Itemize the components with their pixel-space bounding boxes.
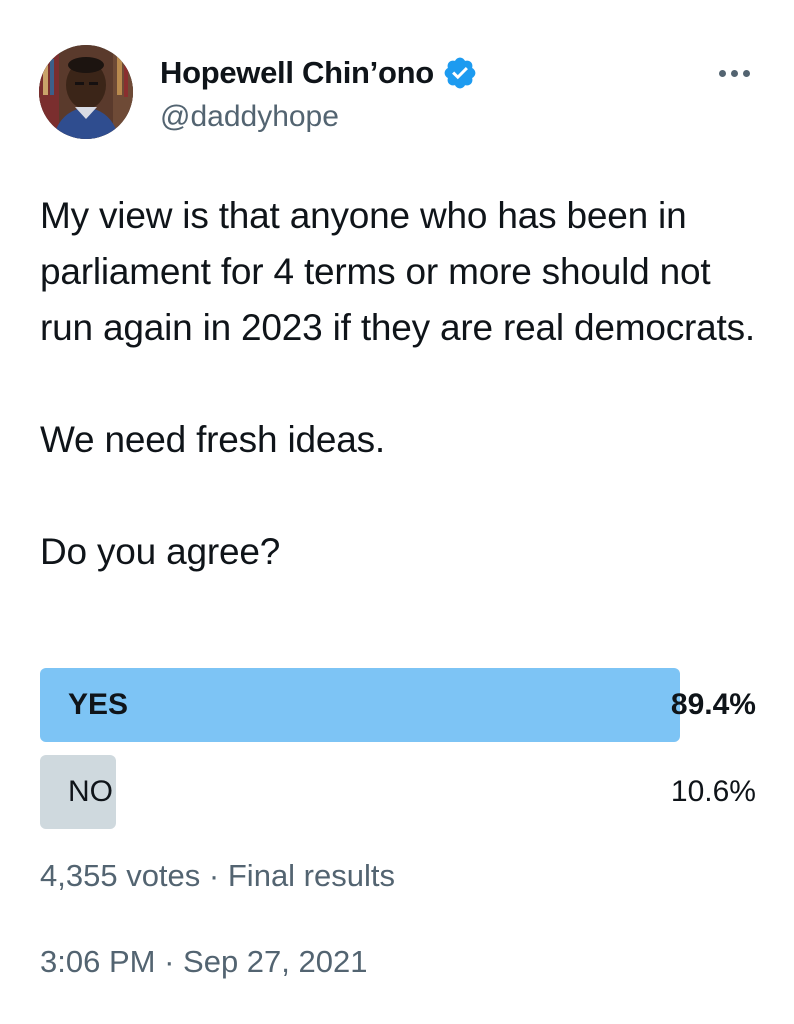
tweet-card: Hopewell Chin’ono @daddyhope My view is … xyxy=(0,0,794,1024)
avatar-image xyxy=(39,45,133,139)
poll-option-percent: 89.4% xyxy=(670,688,756,721)
poll-bar-yes xyxy=(40,668,680,742)
poll-meta: 4,355 votes · Final results xyxy=(40,858,395,894)
poll-option-label: YES xyxy=(68,688,129,721)
avatar[interactable] xyxy=(39,45,133,139)
more-options-button[interactable] xyxy=(712,58,756,88)
more-horizontal-icon-dot xyxy=(742,69,750,77)
poll-option-percent: 10.6% xyxy=(670,775,756,808)
timestamp[interactable]: 3:06 PM · Sep 27, 2021 xyxy=(40,944,367,980)
poll-votes: 4,355 votes xyxy=(40,858,201,893)
poll-option-no[interactable]: NO 10.6% xyxy=(40,755,756,829)
name-row: Hopewell Chin’ono xyxy=(160,52,478,94)
display-name[interactable]: Hopewell Chin’ono xyxy=(160,55,434,91)
tweet-text: My view is that anyone who has been in p… xyxy=(40,188,770,580)
tweet-paragraph: Do you agree? xyxy=(40,531,281,572)
separator: · xyxy=(208,858,220,893)
poll-option-label: NO xyxy=(68,775,113,808)
separator: · xyxy=(164,944,175,979)
timestamp-time: 3:06 PM xyxy=(40,944,156,979)
verified-badge-icon xyxy=(442,55,478,91)
handle[interactable]: @daddyhope xyxy=(160,100,478,134)
poll-option-yes[interactable]: YES 89.4% xyxy=(40,668,756,742)
timestamp-date: Sep 27, 2021 xyxy=(183,944,368,979)
more-horizontal-icon xyxy=(718,69,726,77)
more-horizontal-icon-dot xyxy=(730,69,738,77)
poll-status: Final results xyxy=(227,858,395,893)
tweet-paragraph: My view is that anyone who has been in p… xyxy=(40,195,755,348)
poll: YES 89.4% NO 10.6% xyxy=(40,668,756,842)
author-block: Hopewell Chin’ono @daddyhope xyxy=(160,52,478,134)
tweet-paragraph: We need fresh ideas. xyxy=(40,419,385,460)
